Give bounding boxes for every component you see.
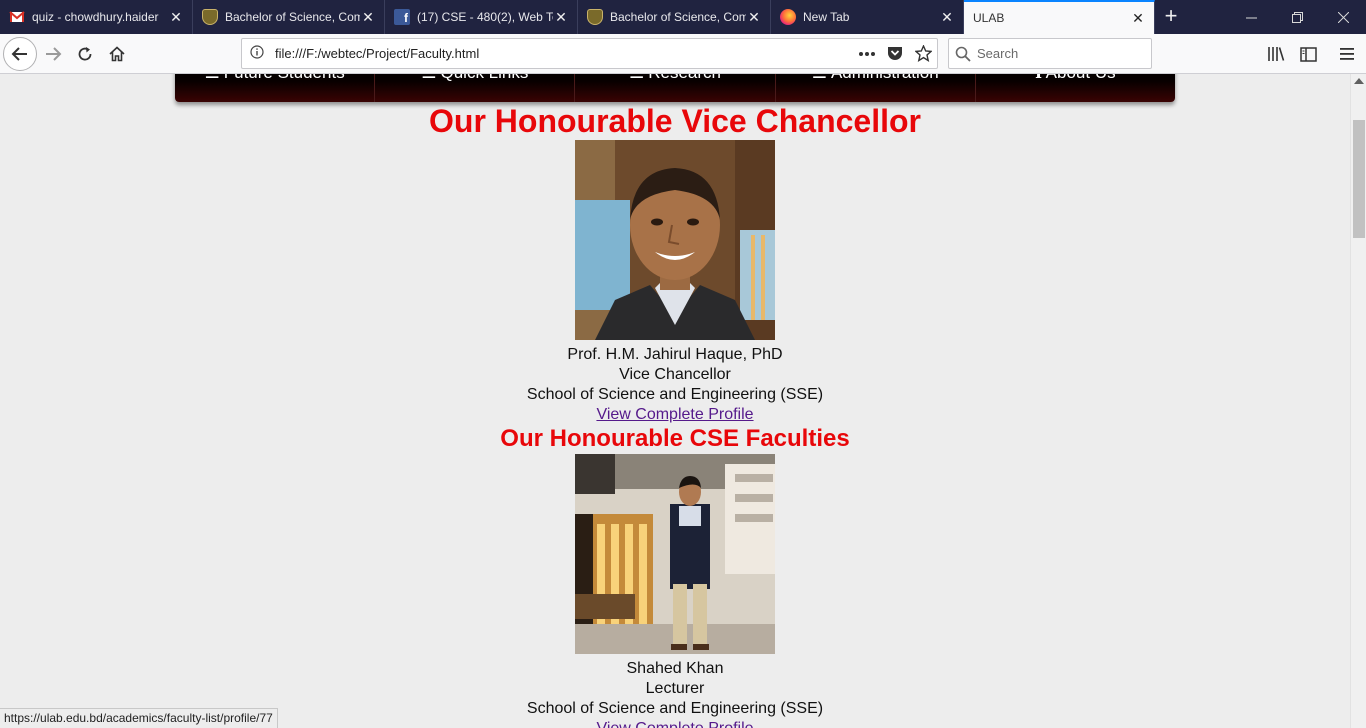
sidebar-button[interactable] — [1292, 38, 1324, 70]
list-icon: ☰ — [812, 74, 827, 82]
tab-gmail[interactable]: quiz - chowdhury.haider ✕ — [0, 0, 193, 34]
firefox-icon — [780, 9, 796, 25]
tab-strip: quiz - chowdhury.haider ✕ Bachelor of Sc… — [0, 0, 1366, 34]
close-tab-icon[interactable]: ✕ — [746, 9, 762, 25]
site-menu-bar: ☰Future Students ☰Quick Links ☰Research … — [175, 74, 1175, 102]
faculty-view-profile-link[interactable]: View Complete Profile — [596, 720, 753, 728]
home-icon — [109, 46, 125, 62]
vc-photo — [575, 140, 775, 340]
menu-item-label: Future Students — [224, 74, 345, 82]
close-tab-icon[interactable]: ✕ — [1130, 10, 1146, 26]
hamburger-menu-icon — [1340, 48, 1354, 60]
menu-item-label: Research — [648, 74, 721, 82]
home-button[interactable] — [101, 38, 133, 70]
minimize-button[interactable] — [1228, 0, 1274, 34]
vc-role: Vice Chancellor — [619, 366, 731, 383]
navigation-toolbar: file:///F:/webtec/Project/Faculty.html — [0, 34, 1366, 74]
faculty-role: Lecturer — [645, 680, 705, 697]
search-input[interactable] — [977, 46, 1137, 61]
tab-title: ULAB — [973, 11, 1005, 25]
close-window-button[interactable] — [1320, 0, 1366, 34]
url-bar[interactable]: file:///F:/webtec/Project/Faculty.html — [241, 38, 938, 69]
close-tab-icon[interactable]: ✕ — [939, 9, 955, 25]
pocket-button[interactable] — [881, 40, 909, 68]
star-icon — [914, 45, 932, 62]
menu-item-future-students[interactable]: ☰ Future Students — [175, 74, 376, 102]
list-icon: ☰ — [421, 74, 436, 82]
tab-new-tab[interactable]: New Tab ✕ — [771, 0, 964, 34]
info-icon: ℹ — [1035, 74, 1041, 82]
restore-icon — [1291, 11, 1303, 23]
close-tab-icon[interactable]: ✕ — [360, 9, 376, 25]
faculty-photo — [575, 454, 775, 654]
forward-button[interactable] — [37, 38, 69, 70]
menu-item-label: About Us — [1046, 74, 1116, 82]
tab-title: (17) CSE - 480(2), Web Te — [417, 10, 553, 24]
vc-name: Prof. H.M. Jahirul Haque, PhD — [567, 346, 783, 363]
status-bar-url: https://ulab.edu.bd/academics/faculty-li… — [0, 708, 278, 728]
scroll-up-arrow-icon[interactable] — [1354, 78, 1364, 84]
library-icon — [1268, 47, 1285, 61]
forward-arrow-icon — [46, 47, 62, 61]
tab-facebook[interactable]: f (17) CSE - 480(2), Web Te ✕ — [385, 0, 578, 34]
tab-ulab[interactable]: ULAB ✕ — [964, 0, 1155, 34]
tab-title: quiz - chowdhury.haider — [32, 10, 159, 24]
tab-bachelor-2[interactable]: Bachelor of Science, Com ✕ — [578, 0, 771, 34]
vc-section-title: Our Honourable Vice Chancellor — [429, 103, 921, 139]
gmail-icon — [9, 9, 25, 25]
tab-bachelor-1[interactable]: Bachelor of Science, Com ✕ — [193, 0, 385, 34]
vc-school: School of Science and Engineering (SSE) — [526, 386, 824, 403]
page-scrollbar[interactable] — [1350, 74, 1366, 728]
more-icon — [859, 51, 875, 56]
library-button[interactable] — [1260, 38, 1292, 70]
faculty-name: Shahed Khan — [626, 660, 724, 677]
menu-item-administration[interactable]: ☰ Administration — [776, 74, 976, 102]
minimize-icon — [1245, 17, 1257, 18]
search-bar[interactable] — [948, 38, 1152, 69]
page-actions-button[interactable] — [853, 40, 881, 68]
vc-profile-link-row: View Complete Profile — [0, 406, 1350, 424]
facebook-icon: f — [394, 9, 410, 25]
menu-button[interactable] — [1331, 38, 1363, 70]
tab-title: Bachelor of Science, Com — [225, 10, 360, 24]
tab-title: Bachelor of Science, Com — [610, 10, 746, 24]
list-icon: ☰ — [629, 74, 644, 82]
close-icon — [1337, 11, 1349, 23]
bookmark-star-button[interactable] — [909, 40, 937, 68]
search-icon — [949, 46, 977, 62]
new-tab-button[interactable]: + — [1158, 5, 1184, 29]
sidebar-icon — [1299, 46, 1317, 62]
close-tab-icon[interactable]: ✕ — [168, 9, 184, 25]
page-viewport: ☰Future Students ☰Quick Links ☰Research … — [0, 74, 1350, 728]
back-arrow-icon — [11, 47, 27, 61]
list-icon: ☰ — [204, 74, 219, 82]
pocket-icon — [888, 47, 902, 60]
reload-icon — [78, 47, 92, 61]
tab-title: New Tab — [803, 10, 850, 24]
back-button[interactable] — [3, 37, 37, 71]
vc-view-profile-link[interactable]: View Complete Profile — [596, 406, 753, 423]
menu-item-quick-links[interactable]: ☰ Quick Links — [375, 74, 576, 102]
scroll-thumb[interactable] — [1353, 120, 1365, 238]
faculty-section-title: Our Honourable CSE Faculties — [500, 425, 850, 452]
ulab-shield-icon — [202, 9, 218, 25]
menu-item-label: Administration — [831, 74, 939, 82]
menu-item-research[interactable]: ☰ Research — [575, 74, 776, 102]
url-text[interactable]: file:///F:/webtec/Project/Faculty.html — [272, 46, 853, 61]
ulab-shield-icon — [587, 9, 603, 25]
menu-item-label: Quick Links — [440, 74, 528, 82]
restore-button[interactable] — [1274, 0, 1320, 34]
reload-button[interactable] — [69, 38, 101, 70]
close-tab-icon[interactable]: ✕ — [553, 9, 569, 25]
info-icon[interactable] — [242, 45, 272, 62]
menu-item-about-us[interactable]: ℹ About Us — [976, 74, 1175, 102]
